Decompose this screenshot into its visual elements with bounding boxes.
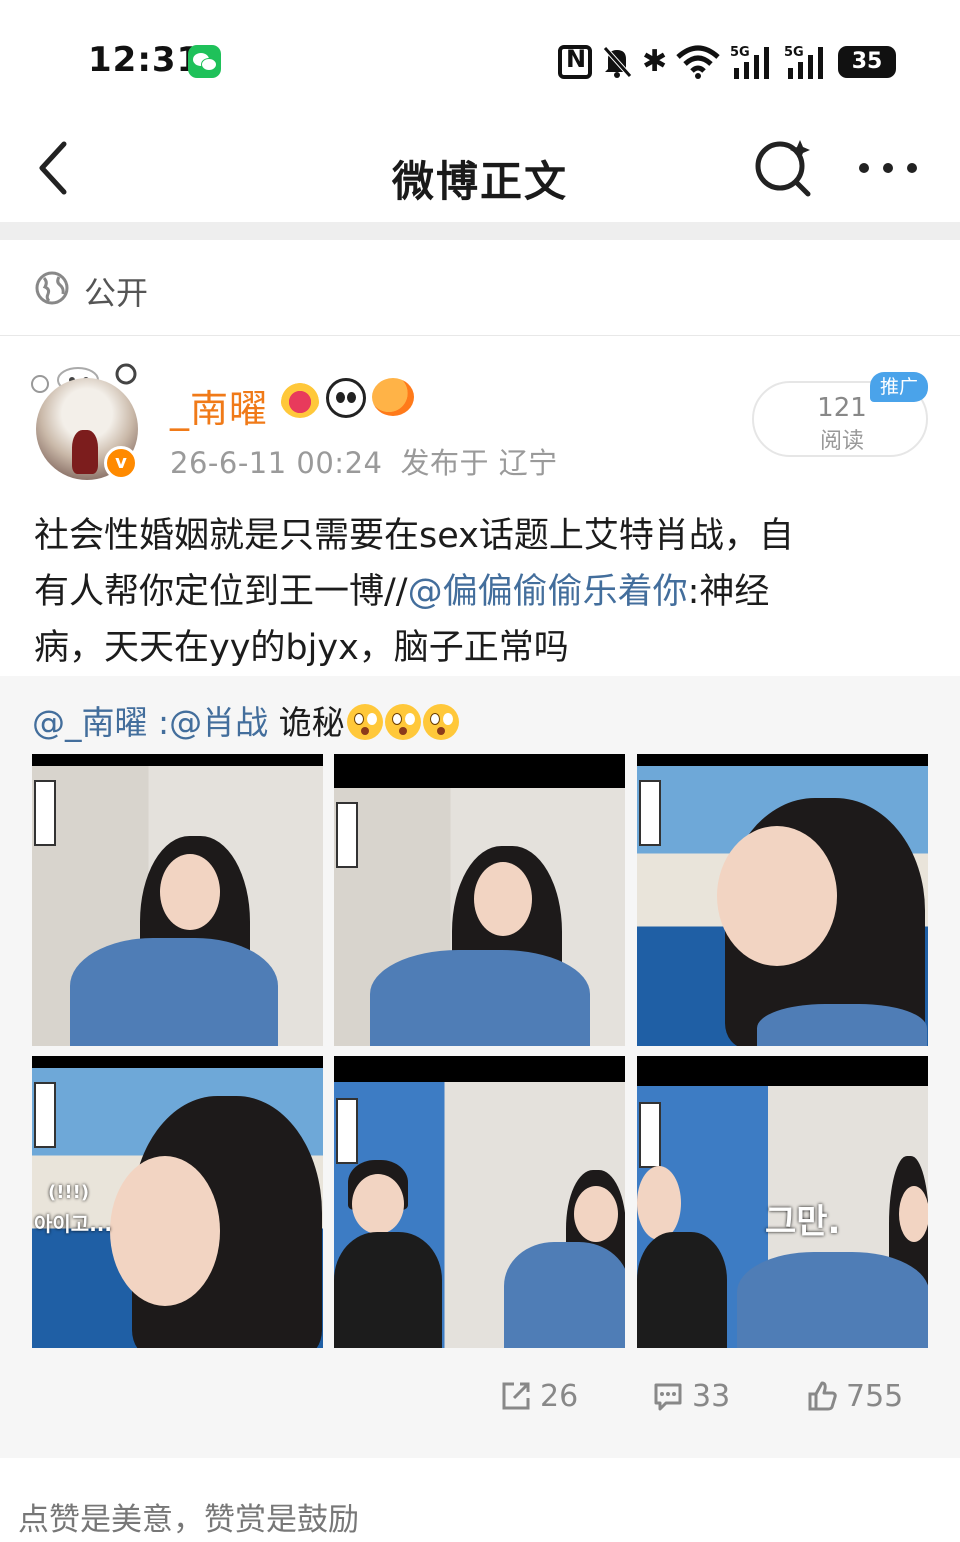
status-bar: 12:31 ✱ 5G 5G 35 xyxy=(0,0,960,110)
photo-face xyxy=(637,1166,681,1240)
flushed-face-icon xyxy=(384,704,421,740)
photo-face xyxy=(352,1174,404,1234)
photo-jacket xyxy=(637,1232,727,1348)
repost-icon xyxy=(502,1382,530,1410)
show-logo-icon xyxy=(639,780,661,846)
photo-letterbox xyxy=(637,1056,928,1086)
svg-text:5G: 5G xyxy=(784,45,804,60)
photo-caption: (!!!) xyxy=(48,1182,90,1203)
visibility-row: 公开 xyxy=(0,240,960,336)
divider xyxy=(0,222,960,240)
post-line-2: 有人帮你定位到王一博//@偏偏偷偷乐着你:神经 xyxy=(34,564,914,620)
crown-badge-icon xyxy=(280,378,320,418)
read-label: 阅读 xyxy=(819,429,864,454)
show-logo-icon xyxy=(336,1098,358,1164)
flushed-face-icon xyxy=(346,704,383,740)
visibility-label: 公开 xyxy=(84,274,149,312)
photo-jacket xyxy=(370,950,590,1046)
reward-hint: 点赞是美意，赞赏是鼓励 xyxy=(18,1502,359,1538)
like-count: 755 xyxy=(846,1378,904,1414)
nav-bar: 微博正文 xyxy=(0,110,960,222)
flushed-face-icon xyxy=(422,704,459,740)
battery-icon: 35 xyxy=(838,46,896,78)
retweet-text: @_南曜 :@肖战 诡秘 xyxy=(32,696,459,744)
photo-jacket xyxy=(757,1004,927,1046)
wechat-icon xyxy=(188,45,221,78)
photo-jacket xyxy=(70,938,278,1046)
photo-face xyxy=(110,1156,220,1306)
nfc-icon xyxy=(558,45,592,79)
status-icons: ✱ 5G 5G 35 xyxy=(558,42,896,82)
photo-jacket xyxy=(504,1242,625,1348)
photo-6[interactable]: 그만. xyxy=(637,1056,928,1348)
wifi-icon xyxy=(676,45,720,79)
repost-count: 26 xyxy=(540,1378,579,1414)
photo-grid: (!!!) 아이고... 그만. xyxy=(32,754,928,1348)
thumbs-up-icon xyxy=(808,1381,837,1411)
retweet-body: 诡秘 xyxy=(268,703,345,742)
photo-letterbox xyxy=(637,754,928,766)
photo-face xyxy=(160,854,220,930)
photo-letterbox xyxy=(334,754,625,788)
svg-text:5G: 5G xyxy=(730,45,750,60)
retweet-author-link[interactable]: @_南曜 xyxy=(32,703,148,742)
photo-2[interactable] xyxy=(334,754,625,1046)
post-meta: 26-6-11 00:24 发布于 辽宁 xyxy=(170,440,576,482)
pufferfish-badge-icon xyxy=(372,378,414,416)
photo-letterbox xyxy=(334,1056,625,1082)
action-bar: 26 33 755 xyxy=(0,1368,960,1438)
photo-letterbox xyxy=(32,754,323,766)
show-logo-icon xyxy=(639,1102,661,1168)
photo-jacket xyxy=(737,1252,928,1348)
photo-5[interactable] xyxy=(334,1056,625,1348)
show-logo-icon xyxy=(34,780,56,846)
post-line-3: 病，天天在yy的bjyx，脑子正常吗 xyxy=(34,628,569,668)
show-logo-icon xyxy=(34,1082,56,1148)
comment-icon xyxy=(654,1383,682,1411)
retweet-separator: : xyxy=(147,703,170,742)
more-icon[interactable] xyxy=(858,162,918,174)
status-time: 12:31 xyxy=(88,40,202,80)
panda-badge-icon xyxy=(326,378,366,418)
post-line-2-tail: :神经 xyxy=(687,572,770,612)
post-line-1: 社会性婚姻就是只需要在sex话题上艾特肖战，自 xyxy=(34,516,794,556)
repost-button[interactable]: 26 xyxy=(500,1376,578,1416)
verified-icon: v xyxy=(104,446,138,480)
author-name[interactable]: _南曜 xyxy=(170,378,268,433)
show-logo-icon xyxy=(336,802,358,868)
post-body: 社会性婚姻就是只需要在sex话题上艾特肖战，自 有人帮你定位到王一博//@偏偏偷… xyxy=(34,508,914,676)
mention-link[interactable]: @偏偏偷偷乐着你 xyxy=(408,572,688,612)
retweet-card[interactable]: @_南曜 :@肖战 诡秘 (!!!) 아이고... 그만. 26 33 755 xyxy=(0,676,960,1458)
photo-letterbox xyxy=(32,1056,323,1068)
photo-caption: 그만. xyxy=(765,1202,841,1242)
comment-button[interactable]: 33 xyxy=(652,1376,730,1416)
post-location: 发布于 辽宁 xyxy=(400,446,558,480)
bluetooth-icon: ✱ xyxy=(642,44,668,79)
comment-count: 33 xyxy=(692,1378,731,1414)
post-date: 26-6-11 00:24 xyxy=(170,446,383,480)
search-icon[interactable] xyxy=(752,136,814,198)
page-title: 微博正文 xyxy=(391,157,568,206)
photo-face xyxy=(574,1186,618,1242)
photo-face xyxy=(717,826,837,966)
photo-jacket xyxy=(334,1232,442,1348)
photo-caption: 아이고... xyxy=(34,1212,112,1236)
photo-face xyxy=(899,1186,928,1242)
photo-4[interactable]: (!!!) 아이고... xyxy=(32,1056,323,1348)
5g-signal-icon: 5G xyxy=(730,45,769,79)
mute-icon xyxy=(603,46,632,78)
globe-icon xyxy=(35,271,69,305)
post-line-2-text: 有人帮你定位到王一博// xyxy=(34,572,408,612)
retweet-mention-link[interactable]: @肖战 xyxy=(169,703,268,742)
promote-badge[interactable]: 推广 xyxy=(870,372,928,402)
photo-face xyxy=(474,862,532,936)
photo-1[interactable] xyxy=(32,754,323,1046)
5g-signal-icon: 5G xyxy=(784,45,823,79)
user-badges xyxy=(280,378,414,418)
like-button[interactable]: 755 xyxy=(806,1376,903,1416)
photo-3[interactable] xyxy=(637,754,928,1046)
